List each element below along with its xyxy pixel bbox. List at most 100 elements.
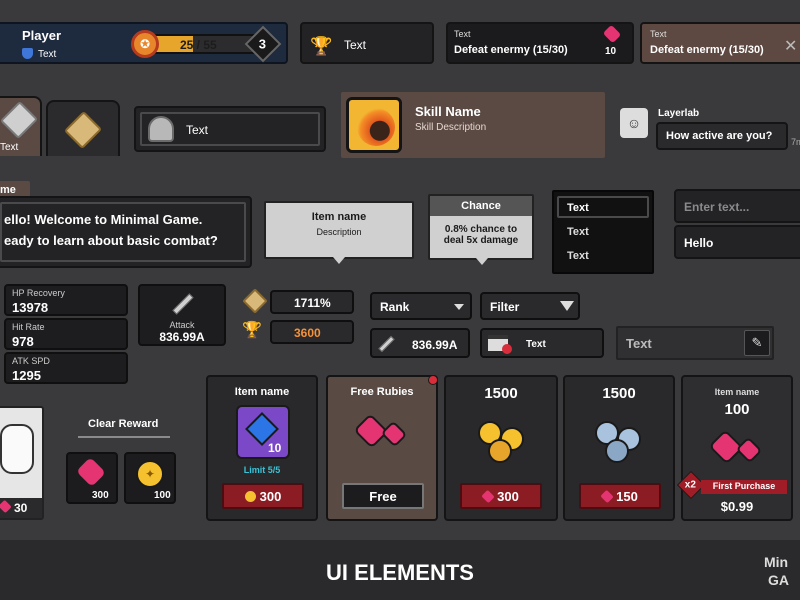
rank-select[interactable]: Rank bbox=[370, 292, 472, 320]
stat-row: Hit Rate 978 bbox=[4, 318, 128, 350]
character-count: 30 bbox=[14, 501, 28, 515]
buy-button[interactable]: 300 bbox=[460, 483, 542, 509]
shop-title: 1500 bbox=[484, 385, 518, 402]
stat-pill: 3600 bbox=[270, 320, 354, 344]
attack-small: 836.99A bbox=[370, 328, 470, 358]
skill-desc: Skill Description bbox=[415, 122, 487, 133]
trophy-icon: 🏆 bbox=[242, 322, 262, 339]
tab-label: Text bbox=[0, 142, 19, 153]
caret-down-icon bbox=[454, 304, 464, 310]
player-name: Player bbox=[22, 28, 62, 43]
skill-card[interactable]: Skill Name Skill Description bbox=[341, 92, 605, 158]
player-tag: Text bbox=[38, 49, 57, 60]
shop-title: Item name bbox=[234, 386, 290, 398]
quest-desc: Defeat enermy (15/30) bbox=[650, 44, 764, 56]
tab-active[interactable]: Text bbox=[0, 96, 42, 156]
helmet-icon bbox=[148, 116, 174, 142]
skill-name: Skill Name bbox=[415, 104, 481, 119]
quest-label: Text bbox=[650, 29, 667, 39]
chat-time: 7m bbox=[791, 137, 800, 147]
clear-reward-title: Clear Reward bbox=[88, 418, 159, 430]
stat-label: HP Recovery bbox=[12, 288, 65, 298]
stat-row: ATK SPD 1295 bbox=[4, 352, 128, 384]
quest-card-2[interactable]: Text Defeat enermy (15/30) ✕ bbox=[640, 22, 800, 64]
stat-value: 978 bbox=[12, 334, 34, 349]
buy-price: 300 bbox=[497, 488, 519, 504]
ruby-icon bbox=[735, 436, 763, 464]
shop-title: 1500 bbox=[602, 385, 636, 402]
tooltip-item: Item name Description bbox=[264, 201, 414, 259]
filter-icon bbox=[560, 301, 574, 311]
gold-coins-icon bbox=[488, 439, 512, 463]
buy-button[interactable]: 150 bbox=[579, 483, 661, 509]
stat-pill-value: 3600 bbox=[294, 326, 321, 340]
shop-card[interactable]: Item name 100 x2 First Purchase $0.99 bbox=[676, 375, 793, 521]
sword-shield-icon bbox=[0, 100, 39, 140]
filter-label: Filter bbox=[490, 300, 520, 314]
dialog-speaker: me bbox=[0, 184, 16, 196]
ruby-icon bbox=[0, 499, 12, 514]
tooltip-item-desc: Description bbox=[316, 227, 362, 237]
buy-button[interactable]: 300 bbox=[222, 483, 304, 509]
rank-select-label: Rank bbox=[380, 300, 410, 314]
edit-row[interactable]: Text ✎ bbox=[616, 326, 774, 360]
dialog-box: ello! Welcome to Minimal Game. eady to l… bbox=[0, 196, 252, 268]
quest-desc: Defeat enermy (15/30) bbox=[454, 44, 568, 56]
trophy-label: Text bbox=[344, 38, 367, 52]
shop-price: $0.99 bbox=[720, 499, 754, 514]
ban-icon bbox=[502, 344, 512, 354]
sword-shield-icon bbox=[63, 110, 103, 150]
video-row[interactable]: Text bbox=[480, 328, 604, 358]
quest-label: Text bbox=[454, 29, 471, 39]
close-icon[interactable]: ✕ bbox=[784, 36, 797, 56]
gold-coin-icon: ✦ bbox=[136, 460, 164, 488]
stat-label: Hit Rate bbox=[12, 322, 45, 332]
shop-card[interactable]: 1500 300 bbox=[444, 375, 558, 521]
notification-dot bbox=[428, 375, 438, 385]
tooltip-item-arrow bbox=[333, 257, 345, 264]
avatar: ☺ bbox=[620, 108, 648, 138]
pencil-icon[interactable]: ✎ bbox=[744, 330, 770, 356]
dropdown-option[interactable]: Text bbox=[567, 226, 589, 238]
xp-text: 25 / 55 bbox=[180, 38, 217, 52]
sword-shield-icon bbox=[242, 288, 268, 314]
shop-amount: 10 bbox=[268, 441, 282, 455]
filter-button[interactable]: Filter bbox=[480, 292, 580, 320]
character-card[interactable]: 30 bbox=[0, 406, 44, 520]
stat-label: ATK SPD bbox=[12, 356, 50, 366]
chat-bubble: How active are you? bbox=[656, 122, 788, 150]
chat-name: Layerlab bbox=[658, 108, 700, 119]
helmet-item-row[interactable]: Text bbox=[134, 106, 326, 152]
crystal-frame: 10 bbox=[236, 405, 290, 459]
dropdown-list: Text Text Text bbox=[552, 190, 654, 274]
tooltip-item-name: Item name bbox=[311, 211, 367, 223]
shop-card[interactable]: Item name 10 Limit 5/5 300 bbox=[206, 375, 318, 521]
text-input-filled[interactable]: Hello bbox=[674, 225, 800, 259]
skill-icon-frame bbox=[346, 97, 402, 153]
quest-card-1[interactable]: Text Defeat enermy (15/30) 10 bbox=[446, 22, 634, 64]
shop-card[interactable]: Free Rubies Free bbox=[326, 375, 438, 521]
stat-pill-value: 1711% bbox=[294, 296, 331, 310]
dropdown-option[interactable]: Text bbox=[567, 250, 589, 262]
buy-price: 300 bbox=[259, 488, 282, 504]
silver-coins-icon bbox=[605, 439, 629, 463]
text-input-empty[interactable]: Enter text... bbox=[674, 189, 800, 223]
tooltip-chance-line-1: 0.8% chance to bbox=[444, 224, 518, 235]
chat-message: How active are you? bbox=[666, 130, 773, 142]
dropdown-option[interactable]: Text bbox=[557, 196, 649, 218]
sword-icon bbox=[378, 335, 395, 353]
ruby-icon bbox=[76, 457, 106, 487]
divider bbox=[78, 436, 170, 438]
free-button[interactable]: Free bbox=[342, 483, 424, 509]
reward-count: 300 bbox=[92, 490, 109, 501]
ruby-icon bbox=[481, 489, 495, 503]
video-text: Text bbox=[526, 339, 546, 350]
level-badge: 3 bbox=[244, 25, 282, 63]
helmet-item-label: Text bbox=[186, 123, 209, 137]
shop-card[interactable]: 1500 150 bbox=[563, 375, 675, 521]
ruby-icon bbox=[600, 489, 614, 503]
tab-inactive[interactable] bbox=[46, 100, 120, 156]
reward-count: 100 bbox=[154, 490, 171, 501]
attack-value: 836.99A bbox=[159, 330, 205, 344]
character-footer: 30 bbox=[0, 498, 42, 518]
